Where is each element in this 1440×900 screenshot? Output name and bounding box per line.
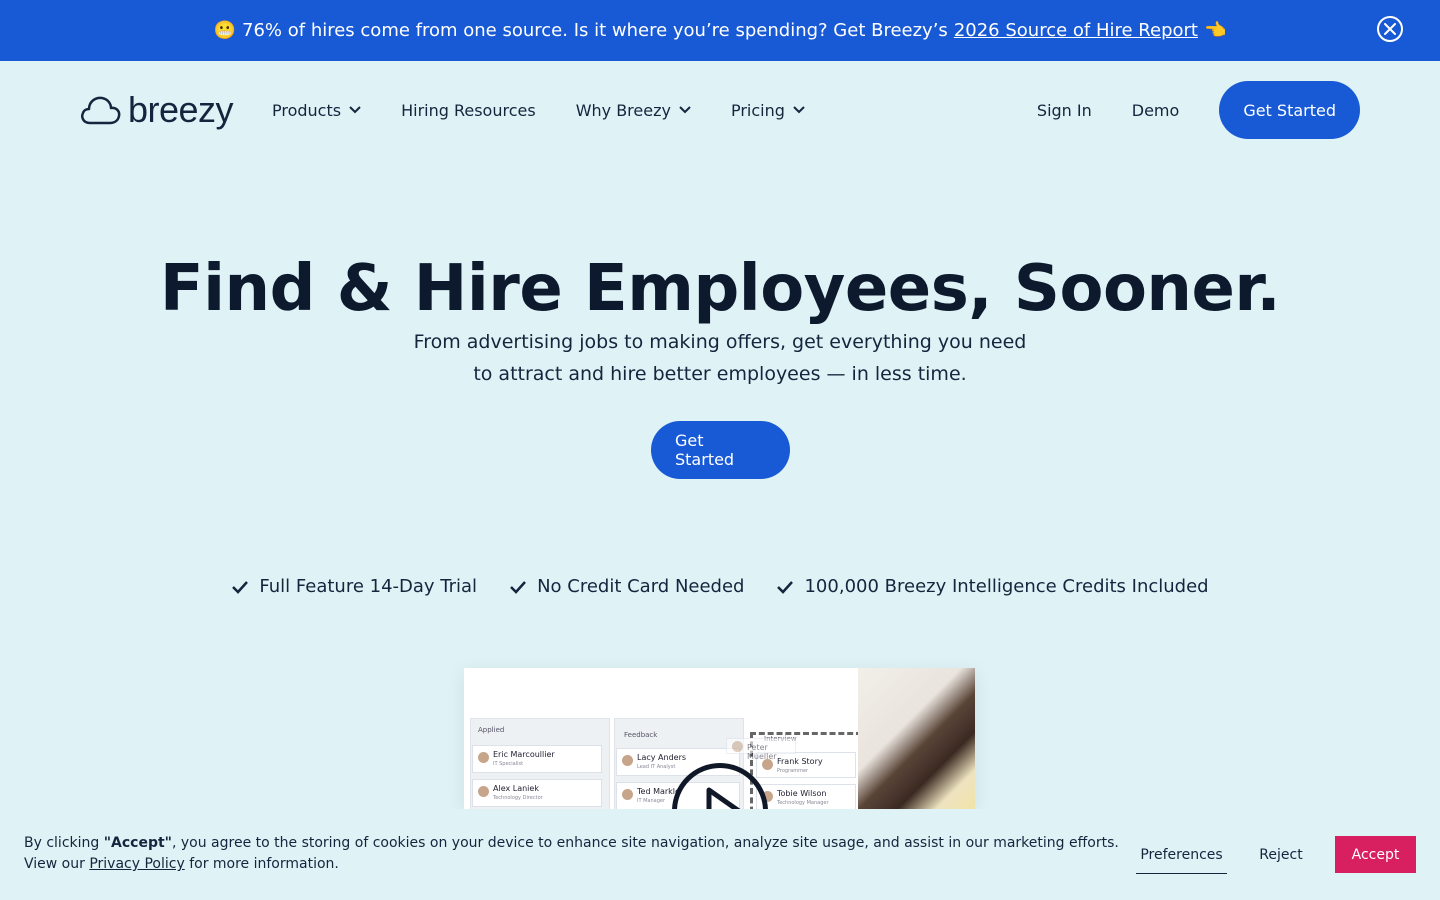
nav-item-products[interactable]: Products [272,101,361,120]
preferences-button[interactable]: Preferences [1136,836,1227,874]
hero-title: Find & Hire Employees, Sooner. [159,252,1281,326]
cookie-text-line2-prefix: View our [24,856,90,872]
feature-list: Full Feature 14-Day Trial No Credit Card… [0,576,1440,597]
close-announcement-button[interactable] [1377,16,1403,42]
demo-link[interactable]: Demo [1132,101,1180,120]
nav-item-label: Hiring Resources [401,100,536,120]
cookie-text-accept: "Accept" [103,835,172,851]
breezy-logo[interactable]: breezy [80,89,236,131]
cloud-logo-icon [81,96,121,125]
privacy-policy-link[interactable]: Privacy Policy [89,856,184,872]
feature-item: Full Feature 14-Day Trial [231,576,477,597]
feature-label: Full Feature 14-Day Trial [259,576,478,597]
nav-item-hiring-resources[interactable]: Hiring Resources [401,101,536,120]
feature-item: No Credit Card Needed [509,576,744,597]
nav-item-pricing[interactable]: Pricing [731,101,805,120]
chevron-down-icon [349,106,361,114]
candidate-role: IT Specialist [493,761,524,767]
nav-actions: Sign In Demo Get Started [1037,81,1360,139]
get-started-button[interactable]: Get Started [1219,81,1360,139]
candidate-name: Alex Laniek [493,784,539,793]
column-label: Feedback [624,731,658,739]
checkmark-icon [510,580,526,594]
candidate-name: Lacy Anders [637,753,687,762]
candidate-card: Alex Laniek Technology Director [472,779,602,807]
hero-subtitle-line2: to attract and hire better employees — i… [473,363,967,385]
candidate-role: Technology Director [493,795,543,801]
hero-get-started-button[interactable]: Get Started [651,421,790,479]
product-video-preview[interactable]: Applied Feedback Interview Eric Marcoull… [464,668,975,809]
chevron-down-icon [793,106,805,114]
cookie-text-body: , you agree to the storing of cookies on… [171,835,1119,851]
feature-item: 100,000 Breezy Intelligence Credits Incl… [776,576,1209,597]
nav-item-label: Why Breezy [575,100,671,120]
candidate-role: Technology Manager [777,800,829,806]
logo-text: breezy [128,89,234,130]
cookie-text-line2-suffix: for more information. [184,856,339,872]
announcement-bar: 😬 76% of hires come from one source. Is … [0,0,1440,61]
hero-subtitle-line1: From advertising jobs to making offers, … [413,331,1027,353]
pointing-hand-emoji-icon: 👈 [1203,20,1227,41]
chevron-down-icon [679,106,691,114]
grimace-emoji-icon: 😬 [213,20,237,41]
checkmark-icon [777,580,794,594]
avatar [732,741,743,752]
avatar [478,786,489,797]
candidate-name: Eric Marcoullier [493,750,555,759]
candidate-name: Tobie Wilson [777,789,827,798]
candidate-card: Eric Marcoullier IT Specialist [472,745,602,773]
checkmark-icon [232,580,249,594]
dragged-candidate-card: Peter Mueller [726,738,796,761]
nav-item-label: Products [272,100,342,120]
main-nav: breezy Products Hiring Resources Why Bre… [80,81,1360,139]
avatar [622,755,633,766]
source-of-hire-report-link[interactable]: 2026 Source of Hire Report [954,20,1198,41]
candidate-card: Tobie Wilson Technology Manager [756,784,856,809]
hero-subtitle: From advertising jobs to making offers, … [0,326,1440,390]
close-icon [1384,23,1396,35]
announcement-text: 76% of hires come from one source. Is it… [242,20,948,41]
cookie-text-prefix: By clicking [24,835,104,851]
reject-button[interactable]: Reject [1240,836,1322,873]
nav-item-label: Pricing [730,100,785,120]
nav-item-why-breezy[interactable]: Why Breezy [576,101,691,120]
accept-button[interactable]: Accept [1335,836,1416,873]
column-label: Applied [478,726,505,734]
sign-in-link[interactable]: Sign In [1037,101,1092,120]
candidate-role: Programmer [777,768,809,774]
woman-photo [858,668,975,809]
cookie-banner: By clicking "Accept", you agree to the s… [0,809,1440,900]
nav-menu: Products Hiring Resources Why Breezy Pri… [272,101,805,120]
avatar [622,789,633,800]
play-icon [706,787,741,809]
play-video-button[interactable] [672,763,768,809]
cookie-message: By clicking "Accept", you agree to the s… [24,833,1124,875]
feature-label: 100,000 Breezy Intelligence Credits Incl… [804,576,1209,597]
candidate-name: Peter Mueller [747,743,777,761]
avatar [478,752,489,763]
feature-label: No Credit Card Needed [537,576,745,597]
